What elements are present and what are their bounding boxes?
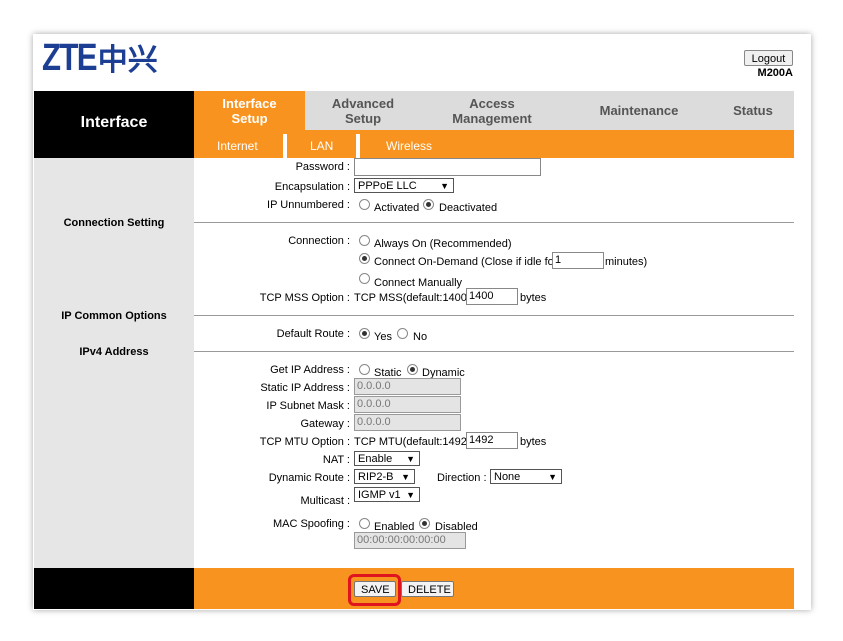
- logo-latin: ZTE: [42, 37, 98, 79]
- footer-bar: [194, 568, 794, 609]
- section-divider: [194, 315, 794, 316]
- get-ip-label: Get IP Address :: [270, 364, 350, 376]
- dynamic-route-value: RIP2-B: [358, 471, 394, 483]
- connect-on-demand-label: Connect On-Demand (Close if idle for: [374, 256, 558, 268]
- subnet-mask-input[interactable]: 0.0.0.0: [354, 396, 461, 413]
- zte-logo: ZTE中兴: [42, 38, 158, 81]
- mac-spoofing-enabled-radio[interactable]: [359, 518, 370, 529]
- tcp-mss-label: TCP MSS Option :: [259, 292, 350, 304]
- logout-button[interactable]: Logout: [744, 50, 793, 66]
- ip-unnumbered-label: IP Unnumbered :: [267, 199, 350, 211]
- mac-spoofing-label: MAC Spoofing :: [272, 518, 350, 530]
- default-route-yes-radio[interactable]: [359, 328, 370, 339]
- tab-line: Access: [469, 96, 515, 111]
- encapsulation-select[interactable]: PPPoE LLC ▼: [354, 178, 454, 193]
- section-divider: [194, 351, 794, 352]
- ip-unnumbered-deactivated-radio[interactable]: [423, 199, 434, 210]
- tab-access-management[interactable]: Access Management: [432, 96, 552, 126]
- section-ipv4-address: IPv4 Address: [79, 346, 149, 358]
- multicast-select[interactable]: IGMP v1 ▼: [354, 487, 420, 502]
- password-label: Password :: [295, 161, 350, 173]
- get-ip-dynamic-radio[interactable]: [407, 364, 418, 375]
- tab-line: Management: [452, 111, 532, 126]
- save-highlight-box: [348, 574, 401, 606]
- subnet-mask-label: IP Subnet Mask :: [266, 400, 350, 412]
- gateway-label: Gateway :: [300, 418, 350, 430]
- get-ip-static-radio[interactable]: [359, 364, 370, 375]
- tab-line: Interface: [222, 96, 277, 111]
- subtab-divider: [356, 134, 360, 158]
- dropdown-arrow-icon: ▼: [548, 472, 557, 482]
- tcp-mtu-input[interactable]: 1492: [466, 432, 518, 449]
- idle-minutes-input[interactable]: 1: [552, 252, 604, 269]
- tcp-mss-bytes: bytes: [520, 292, 547, 304]
- dynamic-route-select[interactable]: RIP2-B ▼: [354, 469, 415, 484]
- tcp-mss-default-text: TCP MSS(default:1400): [354, 292, 471, 304]
- minutes-label: minutes): [605, 256, 648, 268]
- logo-cjk: 中兴: [97, 44, 158, 77]
- static-ip-input[interactable]: 0.0.0.0: [354, 378, 461, 395]
- tab-status[interactable]: Status: [718, 103, 788, 118]
- tab-advanced-setup[interactable]: Advanced Setup: [308, 96, 418, 126]
- footer-left-block: [34, 568, 194, 609]
- nat-label: NAT :: [322, 454, 350, 466]
- connection-label: Connection :: [288, 235, 350, 247]
- dropdown-arrow-icon: ▼: [401, 472, 410, 482]
- model-name: M200A: [757, 67, 793, 79]
- connect-manually-label: Connect Manually: [374, 277, 463, 289]
- tcp-mtu-label: TCP MTU Option :: [259, 436, 350, 448]
- tcp-mss-input[interactable]: 1400: [466, 288, 518, 305]
- direction-value: None: [494, 471, 521, 483]
- dropdown-arrow-icon: ▼: [440, 181, 449, 191]
- tab-line: Maintenance: [599, 103, 679, 118]
- encapsulation-label: Encapsulation :: [274, 181, 350, 193]
- section-divider: [194, 222, 794, 223]
- tab-line: Setup: [344, 111, 382, 126]
- activated-label: Activated: [374, 202, 420, 214]
- dynamic-route-label: Dynamic Route :: [268, 472, 350, 484]
- password-field[interactable]: [354, 158, 541, 176]
- mac-address-input[interactable]: 00:00:00:00:00:00: [354, 532, 466, 549]
- subtab-lan[interactable]: LAN: [310, 139, 333, 153]
- tab-line: Status: [733, 103, 773, 118]
- always-on-radio[interactable]: [359, 235, 370, 246]
- tcp-mtu-bytes: bytes: [520, 436, 547, 448]
- nat-select[interactable]: Enable ▼: [354, 451, 420, 466]
- direction-label: Direction :: [437, 472, 487, 484]
- deactivated-label: Deactivated: [439, 202, 498, 214]
- subtab-internet[interactable]: Internet: [217, 139, 258, 153]
- direction-select[interactable]: None ▼: [490, 469, 562, 484]
- connect-manually-radio[interactable]: [359, 273, 370, 284]
- connect-on-demand-radio[interactable]: [359, 253, 370, 264]
- delete-button[interactable]: DELETE: [401, 581, 454, 597]
- nav-section-title: Interface: [80, 114, 148, 131]
- static-ip-label: Static IP Address :: [260, 382, 350, 394]
- tab-line: Advanced: [331, 96, 395, 111]
- multicast-value: IGMP v1: [358, 489, 401, 501]
- tab-maintenance[interactable]: Maintenance: [584, 103, 694, 118]
- tab-line: Setup: [231, 111, 268, 126]
- default-route-no-radio[interactable]: [397, 328, 408, 339]
- tab-interface-setup[interactable]: Interface Setup: [194, 96, 305, 126]
- multicast-label: Multicast :: [300, 495, 350, 507]
- nat-value: Enable: [358, 453, 393, 465]
- dropdown-arrow-icon: ▼: [406, 454, 415, 464]
- yes-label: Yes: [374, 331, 392, 343]
- gateway-input[interactable]: 0.0.0.0: [354, 414, 461, 431]
- always-on-label: Always On (Recommended): [374, 238, 512, 250]
- subtab-divider: [283, 134, 287, 158]
- tcp-mtu-default-text: TCP MTU(default:1492): [354, 436, 471, 448]
- mac-spoofing-disabled-radio[interactable]: [419, 518, 430, 529]
- dropdown-arrow-icon: ▼: [406, 490, 415, 500]
- section-connection-setting: Connection Setting: [63, 217, 165, 229]
- encapsulation-value: PPPoE LLC: [358, 180, 417, 192]
- subtab-wireless[interactable]: Wireless: [386, 139, 432, 153]
- section-ip-common-options: IP Common Options: [61, 310, 167, 322]
- default-route-label: Default Route :: [276, 328, 350, 340]
- ip-unnumbered-activated-radio[interactable]: [359, 199, 370, 210]
- no-label: No: [413, 331, 428, 343]
